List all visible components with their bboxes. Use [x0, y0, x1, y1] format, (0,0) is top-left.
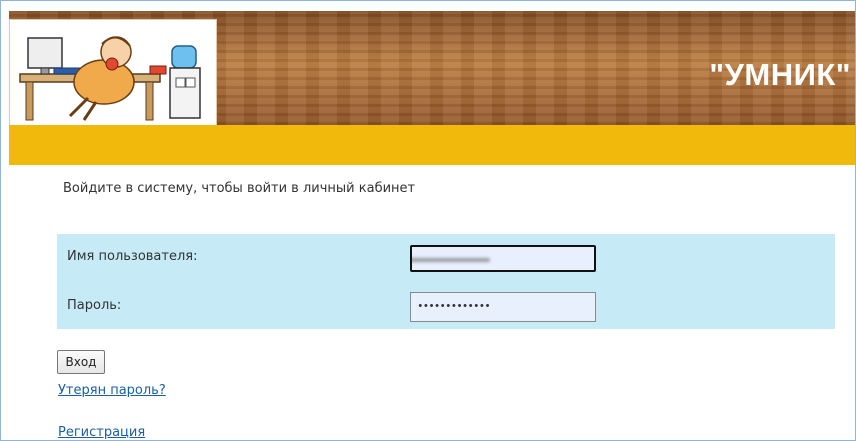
lost-password-link[interactable]: Утерян пароль? [58, 383, 166, 398]
site-title: "УМНИК" [709, 57, 851, 92]
register-link[interactable]: Регистрация [58, 425, 145, 440]
header-accent-bar [9, 125, 855, 165]
password-input[interactable]: ••••••••••••• [410, 292, 596, 322]
login-form: Имя пользователя: Пароль: ••••••••••••• [57, 234, 835, 329]
site-logo [9, 19, 217, 127]
redacted-username-blur [412, 258, 490, 262]
page-frame: "УМНИК" Войдите в систему, чтобы войти в… [0, 0, 856, 441]
username-label: Имя пользователя: [67, 249, 198, 264]
person-at-computer-icon [19, 36, 201, 121]
password-label: Пароль: [67, 298, 122, 313]
login-instruction-text: Войдите в систему, чтобы войти в личный … [63, 181, 416, 196]
username-input[interactable] [410, 245, 596, 272]
login-button[interactable]: Вход [57, 350, 105, 374]
